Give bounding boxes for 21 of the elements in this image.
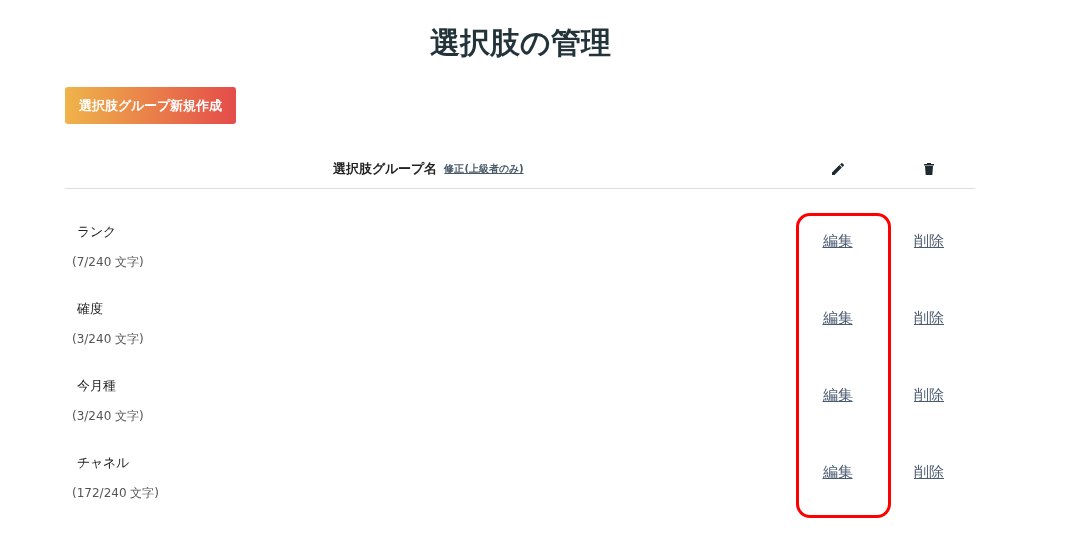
modify-link[interactable]: 修正(上級者のみ) — [444, 162, 524, 176]
edit-link[interactable]: 編集 — [822, 386, 853, 405]
edit-link[interactable]: 編集 — [822, 463, 853, 482]
group-name: チャネル — [77, 454, 130, 472]
character-count: (3/240 文字) — [72, 408, 145, 425]
delete-link[interactable]: 削除 — [914, 232, 944, 251]
delete-link[interactable]: 削除 — [914, 386, 944, 405]
column-header: 選択肢グループ名 — [333, 160, 438, 178]
group-name: ランク — [77, 223, 117, 241]
character-count: (172/240 文字) — [72, 485, 161, 502]
delete-link[interactable]: 削除 — [914, 309, 944, 328]
group-name: 今月種 — [77, 377, 117, 395]
character-count: (3/240 文字) — [72, 331, 145, 348]
page-title: 選択肢の管理 — [428, 24, 612, 62]
trash-icon — [921, 161, 937, 177]
delete-link[interactable]: 削除 — [914, 463, 944, 482]
edit-link[interactable]: 編集 — [822, 232, 853, 251]
edit-link[interactable]: 編集 — [822, 309, 853, 328]
character-count: (7/240 文字) — [72, 254, 145, 271]
pencil-icon — [829, 161, 846, 177]
group-name: 確度 — [77, 300, 104, 318]
